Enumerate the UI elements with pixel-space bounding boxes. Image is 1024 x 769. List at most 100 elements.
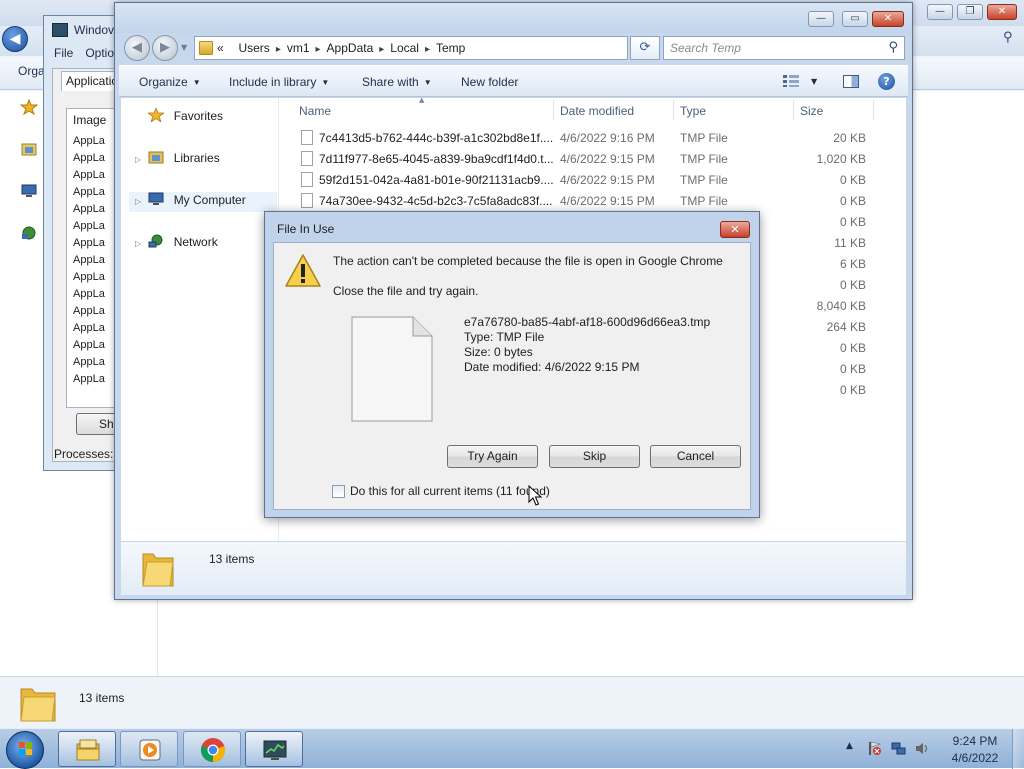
breadcrumb: « Users ▸ vm1 ▸ AppData ▸ Local ▸ Temp bbox=[217, 41, 466, 55]
sort-ascending-icon: ▲ bbox=[419, 96, 425, 104]
bg-restore-button[interactable]: ❐ bbox=[957, 4, 983, 20]
taskbar-media-player[interactable] bbox=[120, 731, 178, 767]
task-manager-title: Windov bbox=[74, 23, 115, 37]
bg-network-icon[interactable] bbox=[20, 225, 38, 241]
column-header-date-modified[interactable]: Date modified bbox=[560, 104, 634, 118]
search-input[interactable]: Search Temp ⚲ bbox=[663, 36, 905, 60]
tm-menu-options[interactable]: Optio bbox=[85, 46, 114, 60]
file-size: 8,040 KB bbox=[816, 299, 866, 313]
breadcrumb-temp[interactable]: Temp bbox=[436, 41, 465, 55]
address-bar[interactable]: « Users▸vm1▸AppData▸Local▸Temp ▼ bbox=[194, 36, 701, 60]
search-icon[interactable]: ⚲ bbox=[888, 40, 898, 55]
skip-button[interactable]: Skip bbox=[549, 445, 640, 468]
nav-item-network[interactable]: ▷ Network bbox=[135, 234, 218, 254]
network-status-icon[interactable] bbox=[891, 741, 906, 756]
taskbar-explorer[interactable] bbox=[58, 731, 116, 767]
bg-folder-icon bbox=[20, 688, 56, 722]
chrome-icon bbox=[200, 738, 226, 763]
new-folder-button[interactable]: New folder bbox=[461, 75, 518, 89]
recent-pages-dropdown-icon[interactable]: ▼ bbox=[181, 43, 187, 52]
file-size: 1,020 KB bbox=[816, 152, 866, 166]
views-icon[interactable] bbox=[783, 75, 799, 87]
nav-item-my-computer[interactable]: ▷ My Computer bbox=[129, 192, 277, 212]
tm-menu-file[interactable]: File bbox=[54, 46, 73, 60]
star-icon bbox=[148, 108, 165, 122]
expand-icon[interactable]: ▷ bbox=[135, 239, 145, 248]
bg-star-icon[interactable] bbox=[20, 99, 38, 115]
mouse-cursor-icon bbox=[528, 485, 542, 506]
list-item[interactable]: AppLa bbox=[73, 203, 105, 215]
list-item[interactable]: AppLa bbox=[73, 169, 105, 181]
table-row[interactable]: 59f2d151-042a-4a81-b01e-90f21131acb9....… bbox=[281, 170, 906, 191]
list-item[interactable]: AppLa bbox=[73, 135, 105, 147]
breadcrumb-vm1[interactable]: vm1 bbox=[287, 41, 310, 55]
forward-button[interactable]: ▶ bbox=[152, 35, 178, 61]
views-dropdown-icon[interactable]: ▼ bbox=[811, 77, 817, 86]
column-headers: ▲ Name Date modified Type Size bbox=[281, 96, 906, 124]
show-desktop-button[interactable] bbox=[1012, 729, 1024, 769]
preview-pane-icon[interactable] bbox=[843, 75, 859, 88]
file-size: 11 KB bbox=[834, 236, 866, 250]
column-header-size[interactable]: Size bbox=[800, 104, 823, 118]
action-center-icon[interactable] bbox=[867, 741, 882, 756]
minimize-button[interactable]: — bbox=[808, 11, 834, 27]
list-item[interactable]: AppLa bbox=[73, 254, 105, 266]
tab-applications[interactable]: Applicatio bbox=[61, 71, 121, 91]
bg-back-button[interactable]: ◀ bbox=[2, 26, 28, 52]
apply-to-all-checkbox[interactable] bbox=[332, 485, 345, 498]
list-item[interactable]: AppLa bbox=[73, 373, 105, 385]
list-item[interactable]: AppLa bbox=[73, 288, 105, 300]
bg-search-icon[interactable]: ⚲ bbox=[1003, 30, 1013, 45]
organize-button[interactable]: Organize ▼ bbox=[139, 75, 201, 89]
list-item[interactable]: AppLa bbox=[73, 271, 105, 283]
start-button[interactable] bbox=[6, 731, 44, 769]
list-item[interactable]: AppLa bbox=[73, 220, 105, 232]
include-in-library-button[interactable]: Include in library ▼ bbox=[229, 75, 329, 89]
file-name: 74a730ee-9432-4c5d-b2c3-7c5fa8adc83f.... bbox=[319, 194, 553, 208]
breadcrumb-local[interactable]: Local bbox=[390, 41, 419, 55]
dialog-close-button[interactable]: ✕ bbox=[720, 221, 750, 238]
share-with-button[interactable]: Share with ▼ bbox=[362, 75, 432, 89]
taskbar-task-manager[interactable] bbox=[245, 731, 303, 767]
breadcrumb-users[interactable]: Users bbox=[238, 41, 269, 55]
try-again-button[interactable]: Try Again bbox=[447, 445, 538, 468]
list-item[interactable]: AppLa bbox=[73, 339, 105, 351]
bg-close-button[interactable]: ✕ bbox=[987, 4, 1017, 20]
list-item[interactable]: AppLa bbox=[73, 152, 105, 164]
breadcrumb-appdata[interactable]: AppData bbox=[327, 41, 374, 55]
bg-computer-icon[interactable] bbox=[20, 183, 38, 199]
bg-organize-button[interactable]: Orga bbox=[18, 64, 45, 78]
bg-minimize-button[interactable]: — bbox=[927, 4, 953, 20]
column-header-name[interactable]: Name bbox=[299, 104, 331, 118]
tm-column-image[interactable]: Image bbox=[73, 113, 106, 127]
nav-item-libraries[interactable]: ▷ Libraries bbox=[135, 150, 220, 170]
clock-date[interactable]: 4/6/2022 bbox=[946, 751, 1004, 765]
maximize-button[interactable]: ▭ bbox=[842, 11, 868, 27]
expand-icon[interactable]: ▷ bbox=[135, 155, 145, 164]
refresh-button[interactable]: ⟳ bbox=[630, 36, 660, 60]
help-icon[interactable]: ? bbox=[878, 73, 895, 90]
taskbar-chrome[interactable] bbox=[183, 731, 241, 767]
apply-to-all-label[interactable]: Do this for all current items (11 found) bbox=[350, 484, 550, 498]
table-row[interactable]: 74a730ee-9432-4c5d-b2c3-7c5fa8adc83f....… bbox=[281, 191, 906, 212]
list-item[interactable]: AppLa bbox=[73, 305, 105, 317]
nav-item-favorites[interactable]: Favorites bbox=[135, 108, 223, 128]
list-item[interactable]: AppLa bbox=[73, 237, 105, 249]
volume-icon[interactable] bbox=[915, 741, 930, 756]
column-header-type[interactable]: Type bbox=[680, 104, 706, 118]
list-item[interactable]: AppLa bbox=[73, 322, 105, 334]
background-status-bar: 13 items bbox=[0, 676, 1024, 728]
back-button[interactable]: ◀ bbox=[124, 35, 150, 61]
clock-time[interactable]: 9:24 PM bbox=[950, 734, 1000, 748]
table-row[interactable]: 7c4413d5-b762-444c-b39f-a1c302bd8e1f....… bbox=[281, 128, 906, 149]
cancel-button[interactable]: Cancel bbox=[650, 445, 741, 468]
show-hidden-icons-icon[interactable]: ▲ bbox=[846, 741, 853, 751]
list-item[interactable]: AppLa bbox=[73, 356, 105, 368]
dialog-message: The action can't be completed because th… bbox=[333, 254, 723, 268]
close-button[interactable]: ✕ bbox=[872, 11, 904, 27]
breadcrumb-overflow[interactable]: « bbox=[217, 41, 224, 55]
expand-icon[interactable]: ▷ bbox=[135, 197, 145, 206]
bg-libraries-icon[interactable] bbox=[20, 141, 38, 157]
table-row[interactable]: 7d11f977-8e65-4045-a839-9ba9cdf1f4d0.t..… bbox=[281, 149, 906, 170]
list-item[interactable]: AppLa bbox=[73, 186, 105, 198]
